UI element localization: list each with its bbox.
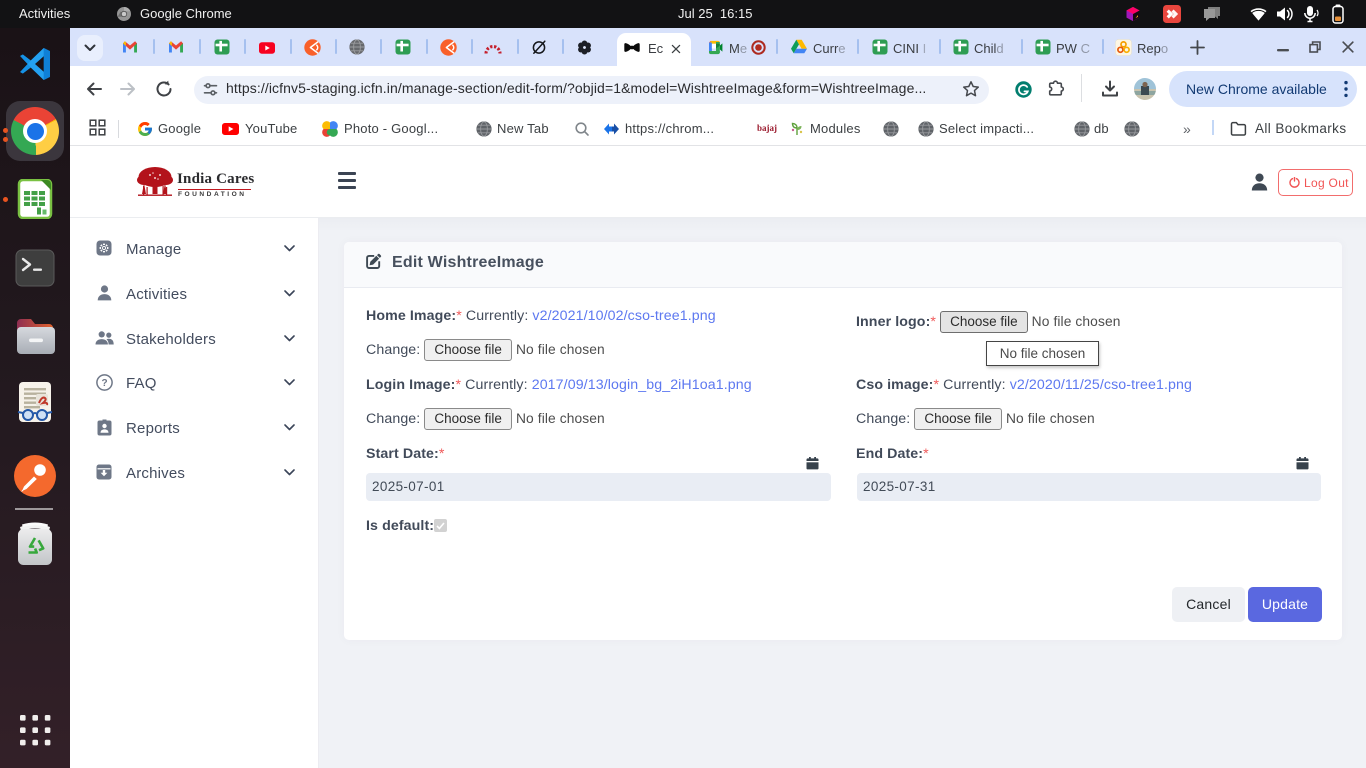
svg-text:?: ? [101,378,107,389]
